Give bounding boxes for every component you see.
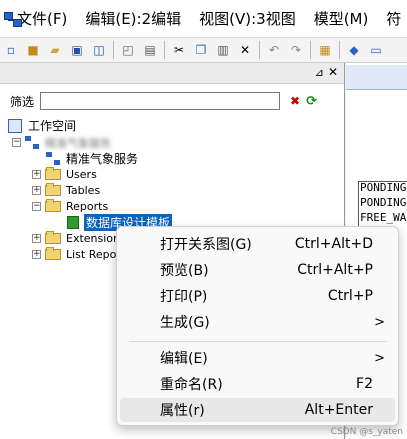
menu-generate[interactable]: 生成(G) > <box>120 310 395 334</box>
tree-diagram-label: 精准气象服务 <box>66 152 139 166</box>
menu-item-label: 预览(B) <box>160 263 209 279</box>
menu-print[interactable]: 打印(P) Ctrl+P <box>120 284 395 308</box>
menu-item-shortcut: Ctrl+Alt+P <box>297 262 373 278</box>
menu-symbol[interactable]: 符 <box>377 0 407 38</box>
tree-users[interactable]: + Users <box>32 167 97 182</box>
properties-icon[interactable]: ▦ <box>317 42 333 58</box>
menu-rename[interactable]: 重命名(R) F2 <box>120 372 395 396</box>
undo-icon[interactable]: ↶ <box>266 42 282 58</box>
column-line: PONDING <box>360 196 407 209</box>
folder-icon <box>45 183 61 196</box>
open-folder-icon[interactable]: ▰ <box>47 42 63 58</box>
diagram-tab[interactable] <box>346 65 407 90</box>
window-icon[interactable]: ▭ <box>368 42 384 58</box>
menu-item-shortcut: Alt+Enter <box>304 402 373 418</box>
column-line: PONDING <box>360 181 407 194</box>
column-line: FREE_WA <box>360 211 407 224</box>
menu-item-label: 生成(G) <box>160 315 210 331</box>
new-icon[interactable]: ▫ <box>3 42 19 58</box>
toolbar-separator <box>259 41 260 59</box>
toolbar-separator <box>310 41 311 59</box>
tree-model[interactable]: − 精准气象服务 <box>12 135 111 150</box>
menu-view[interactable]: 视图(V):3视图 <box>190 0 305 38</box>
expand-icon[interactable]: + <box>32 234 41 243</box>
tree-diagram[interactable]: 精准气象服务 <box>46 151 138 166</box>
pin-icon[interactable]: ⊿ <box>315 66 324 79</box>
save-all-icon[interactable]: ◫ <box>91 42 107 58</box>
tree-workspace-label: 工作空间 <box>28 119 77 133</box>
tree-users-label: Users <box>66 168 97 181</box>
close-icon[interactable]: ✕ <box>328 65 338 79</box>
report-icon <box>67 216 79 229</box>
menu-item-shortcut: F2 <box>356 376 373 392</box>
watermark: CSDN @s_yaten <box>330 427 403 437</box>
toolbar: ▫ ■ ▰ ▣ ◫ ◰ ▤ ✂ ❐ ▥ ✕ ↶ ↷ ▦ ◆ ▭ <box>0 38 407 63</box>
menu-edit[interactable]: 编辑(E):2编辑 <box>76 0 190 38</box>
print-icon[interactable]: ▤ <box>142 42 158 58</box>
copy-icon[interactable]: ❐ <box>193 42 209 58</box>
menu-properties[interactable]: 属性(r) Alt+Enter <box>120 398 395 422</box>
menu-separator <box>129 341 387 342</box>
menu-item-label: 重命名(R) <box>160 377 223 393</box>
folder-icon <box>45 247 61 260</box>
menu-item-label: 打印(P) <box>160 289 208 305</box>
print-preview-icon[interactable]: ◰ <box>120 42 136 58</box>
save-icon[interactable]: ▣ <box>69 42 85 58</box>
toolbar-separator <box>339 41 340 59</box>
refresh-icon[interactable]: ⟳ <box>306 94 317 109</box>
tree-reports-label: Reports <box>66 200 109 213</box>
toolbar-separator <box>164 41 165 59</box>
tree-tables[interactable]: + Tables <box>32 183 100 198</box>
workspace-icon <box>8 118 22 133</box>
tree-extensions[interactable]: + Extension <box>32 231 120 246</box>
submenu-arrow-icon: > <box>374 350 385 366</box>
tree-tables-label: Tables <box>66 184 101 197</box>
folder-icon <box>45 199 61 212</box>
delete-icon[interactable]: ✕ <box>237 42 253 58</box>
folder-icon <box>45 167 61 180</box>
menu-item-label: 打开关系图(G) <box>160 237 252 253</box>
folder-icon <box>45 231 61 244</box>
submenu-arrow-icon: > <box>374 314 385 330</box>
tree-extensions-label: Extension <box>66 232 121 245</box>
tree-workspace[interactable]: 工作空间 <box>8 118 76 133</box>
expand-icon[interactable]: + <box>32 170 41 179</box>
tree-list-reports[interactable]: + List Repo <box>32 247 116 262</box>
filter-input[interactable] <box>40 92 280 110</box>
pane-header: ⊿ ✕ <box>0 63 344 84</box>
expand-icon[interactable]: + <box>32 250 41 259</box>
menu-item-shortcut: Ctrl+P <box>327 288 373 304</box>
filter-label: 筛选 <box>10 94 35 109</box>
menu-item-label: 属性(r) <box>160 403 205 419</box>
menu-item-label: 编辑(E) <box>160 351 208 367</box>
tree-reports[interactable]: − Reports <box>32 199 108 214</box>
paste-icon[interactable]: ▥ <box>215 42 231 58</box>
expand-icon[interactable]: + <box>32 186 41 195</box>
menu-model[interactable]: 模型(M) <box>305 0 378 38</box>
filter-row: 筛选 ✖ ⟳ <box>0 90 345 112</box>
menu-item-shortcut: Ctrl+Alt+D <box>294 236 373 252</box>
redo-icon[interactable]: ↷ <box>288 42 304 58</box>
open-model-icon[interactable]: ■ <box>25 42 41 58</box>
toolbar-separator <box>113 41 114 59</box>
diagram-icon <box>46 152 60 165</box>
menu-bar: 文件(F) 编辑(E):2编辑 视图(V):3视图 模型(M) 符 <box>0 0 407 38</box>
menu-edit-sub[interactable]: 编辑(E) > <box>120 346 395 370</box>
menu-open-diagram[interactable]: 打开关系图(G) Ctrl+Alt+D <box>120 232 395 256</box>
help-icon[interactable]: ◆ <box>346 42 362 58</box>
model-icon <box>25 136 39 149</box>
collapse-icon[interactable]: − <box>32 202 41 211</box>
menu-preview[interactable]: 预览(B) Ctrl+Alt+P <box>120 258 395 282</box>
cut-icon[interactable]: ✂ <box>171 42 187 58</box>
context-menu: 打开关系图(G) Ctrl+Alt+D 预览(B) Ctrl+Alt+P 打印(… <box>116 226 399 426</box>
tree-list-reports-label: List Repo <box>66 248 117 261</box>
collapse-icon[interactable]: − <box>12 138 21 147</box>
clear-filter-icon[interactable]: ✖ <box>290 94 300 108</box>
tree-model-label: 精准气象服务 <box>45 136 111 150</box>
